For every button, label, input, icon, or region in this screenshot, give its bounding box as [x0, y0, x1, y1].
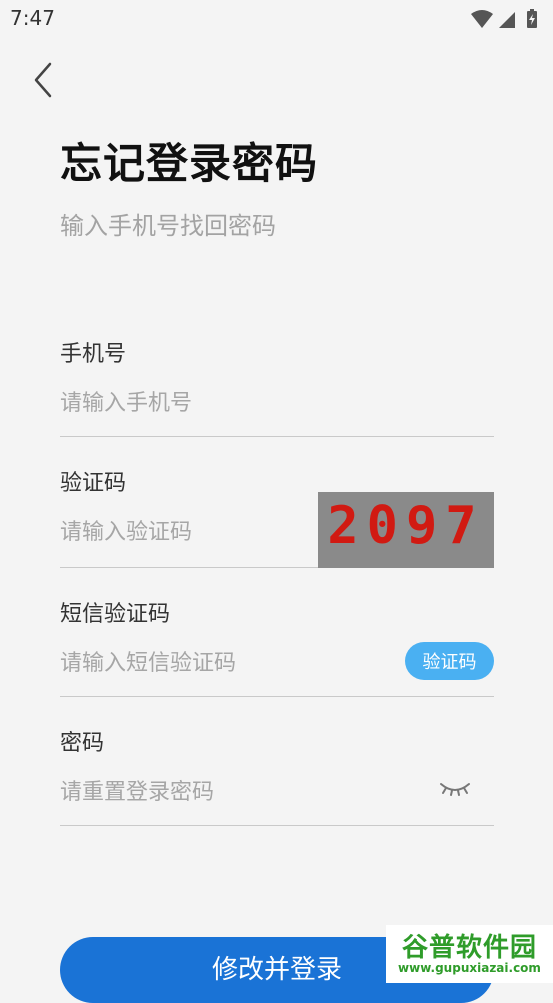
battery-icon — [527, 9, 537, 28]
password-label: 密码 — [60, 731, 105, 756]
phone-field: 手机号 — [60, 336, 494, 438]
watermark-url: www.gupuxiazai.com — [398, 961, 541, 975]
password-divider — [60, 825, 494, 826]
page-subtitle: 输入手机号找回密码 — [60, 212, 276, 240]
wifi-icon — [471, 10, 493, 28]
chevron-left-icon — [34, 62, 52, 98]
signal-icon — [499, 12, 515, 28]
password-field: 密码 — [60, 725, 494, 827]
sms-label: 短信验证码 — [60, 602, 171, 627]
captcha-code: 2097 — [327, 496, 485, 556]
eye-closed-icon — [440, 783, 470, 796]
phone-input[interactable] — [60, 388, 480, 418]
captcha-image[interactable]: 2097 — [318, 492, 494, 568]
password-visibility-toggle[interactable] — [438, 778, 472, 800]
phone-label: 手机号 — [60, 342, 127, 367]
sms-divider — [60, 696, 494, 697]
get-code-button[interactable]: 验证码 — [405, 642, 494, 680]
password-input[interactable] — [60, 777, 420, 807]
status-icons — [471, 9, 537, 28]
status-time: 7:47 — [10, 6, 55, 30]
captcha-divider — [60, 567, 318, 568]
back-button[interactable] — [26, 58, 60, 102]
status-bar: 7:47 — [0, 0, 553, 38]
captcha-label: 验证码 — [60, 471, 127, 496]
sms-input[interactable] — [60, 648, 390, 678]
watermark-title: 谷普软件园 — [401, 933, 537, 963]
phone-divider — [60, 436, 494, 437]
page-title: 忘记登录密码 — [60, 139, 319, 188]
watermark-logo: 谷普软件园 www.gupuxiazai.com — [386, 925, 553, 983]
captcha-input[interactable] — [60, 517, 300, 547]
